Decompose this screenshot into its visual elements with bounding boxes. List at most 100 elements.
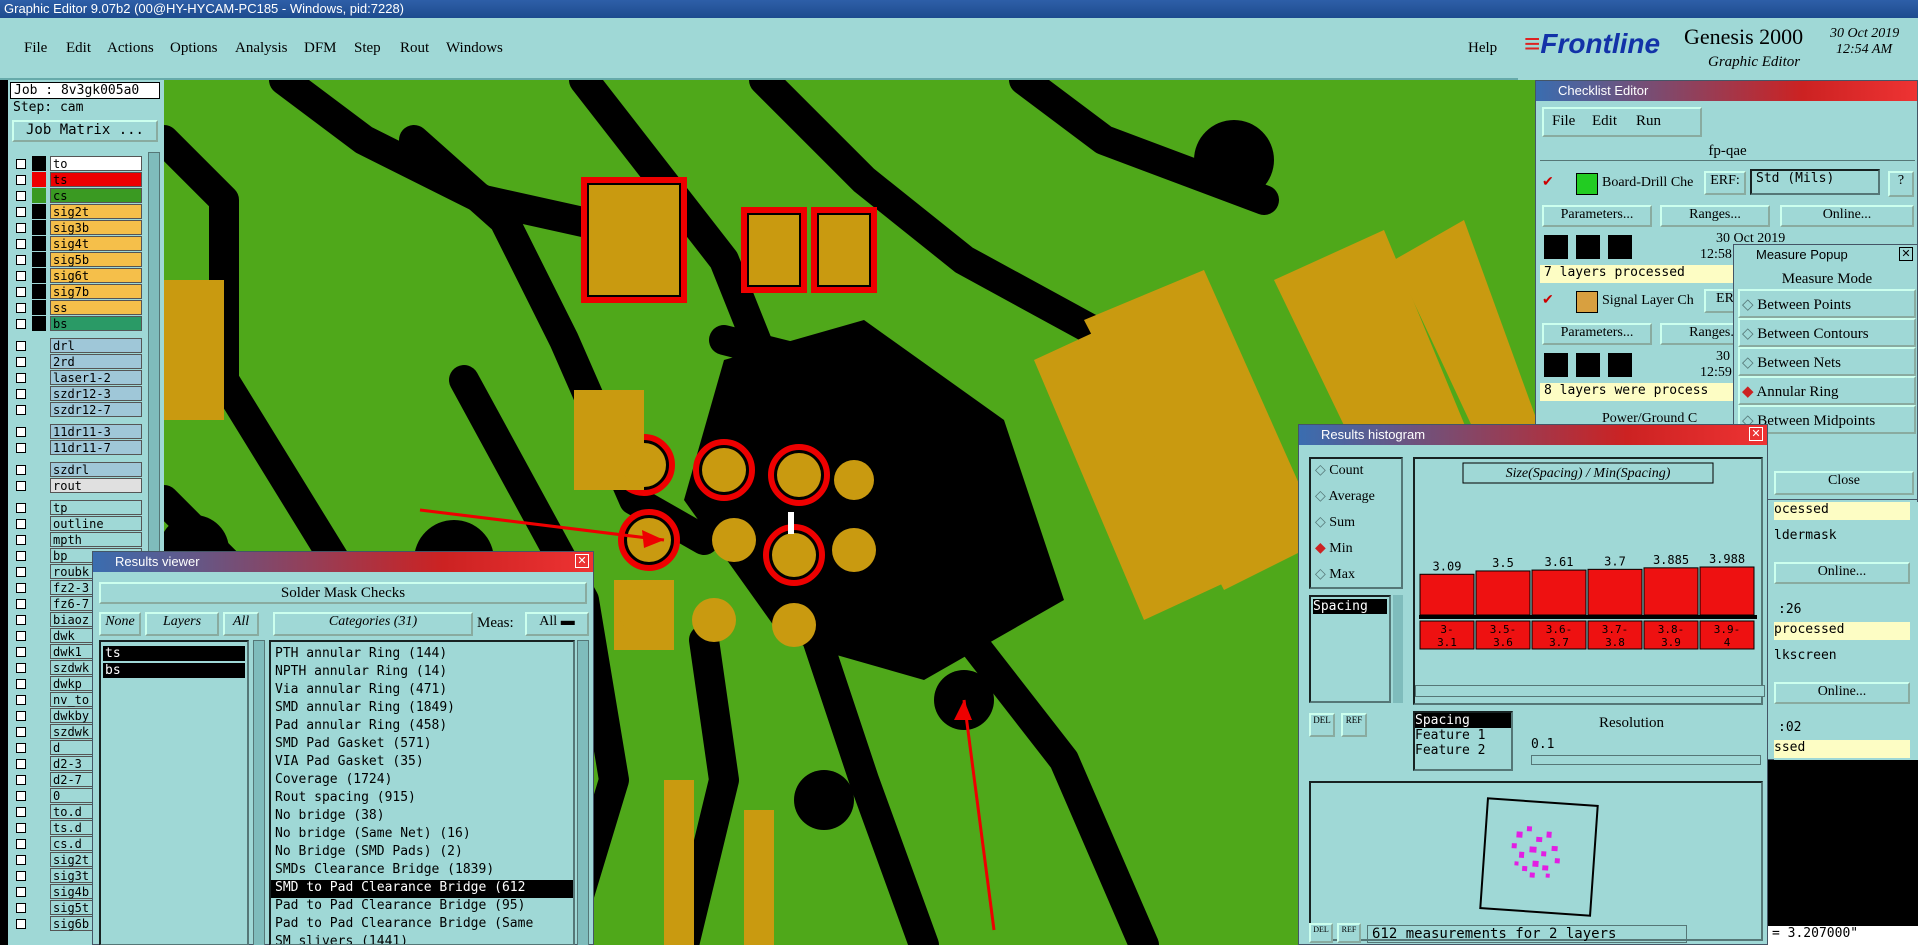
layer-checkbox[interactable]: [16, 599, 26, 609]
ref-button[interactable]: REF: [1337, 923, 1361, 943]
category-item[interactable]: SMD Pad Gasket (571): [271, 736, 573, 754]
layer-name[interactable]: tp: [50, 500, 142, 515]
layer-row[interactable]: sig6t: [12, 268, 142, 283]
layer-checkbox[interactable]: [16, 303, 26, 313]
layer-checkbox[interactable]: [16, 271, 26, 281]
run-icon[interactable]: [1608, 235, 1632, 259]
help-icon[interactable]: ?: [1888, 171, 1914, 197]
layer-checkbox[interactable]: [16, 239, 26, 249]
close-icon[interactable]: ✕: [1899, 247, 1913, 261]
layer-checkbox[interactable]: [16, 357, 26, 367]
category-item[interactable]: Via annular Ring (471): [271, 682, 573, 700]
layer-name[interactable]: laser1-2: [50, 370, 142, 385]
radio-icon[interactable]: ◇: [1315, 489, 1329, 504]
check-icon[interactable]: ✔: [1542, 291, 1554, 308]
menu-options[interactable]: Options: [170, 40, 218, 57]
layer-row[interactable]: szdr12-3: [12, 386, 142, 401]
radio-icon[interactable]: ◆: [1315, 541, 1329, 556]
layer-row[interactable]: 2rd: [12, 354, 142, 369]
layer-results-list[interactable]: ts bs: [99, 640, 249, 945]
layer-checkbox[interactable]: [16, 405, 26, 415]
category-item[interactable]: SM slivers (1441): [271, 934, 573, 944]
layer-checkbox[interactable]: [16, 583, 26, 593]
layer-name[interactable]: sig2t: [50, 204, 142, 219]
erf-value[interactable]: Std (Mils): [1750, 169, 1880, 195]
aggregate-option[interactable]: ◇ Max: [1311, 563, 1401, 589]
layer-checkbox[interactable]: [16, 615, 26, 625]
menu-windows[interactable]: Windows: [446, 40, 503, 57]
category-item[interactable]: NPTH annular Ring (14): [271, 664, 573, 682]
layer-checkbox[interactable]: [16, 695, 26, 705]
aggregate-option[interactable]: ◇ Average: [1311, 485, 1401, 511]
layer-checkbox[interactable]: [16, 759, 26, 769]
radio-icon[interactable]: ◇: [1742, 355, 1757, 371]
layer-name[interactable]: to: [50, 156, 142, 171]
category-list[interactable]: PTH annular Ring (144) NPTH annular Ring …: [269, 640, 575, 945]
menu-actions[interactable]: Actions: [107, 40, 154, 57]
layer-checkbox[interactable]: [16, 919, 26, 929]
resolution-slider[interactable]: [1531, 755, 1761, 765]
layer-row[interactable]: 11dr11-3: [12, 424, 142, 439]
ref-button[interactable]: REF: [1341, 713, 1367, 737]
layers-button[interactable]: Layers: [145, 612, 219, 636]
categories-button[interactable]: Categories (31): [273, 612, 473, 636]
category-item[interactable]: Coverage (1724): [271, 772, 573, 790]
category-scrollbar[interactable]: [577, 640, 589, 945]
layer-row[interactable]: sig2t: [12, 204, 142, 219]
category-item[interactable]: Rout spacing (915): [271, 790, 573, 808]
layer-checkbox[interactable]: [16, 663, 26, 673]
layer-name[interactable]: bs: [50, 316, 142, 331]
layer-name[interactable]: sig3b: [50, 220, 142, 235]
category-item[interactable]: PTH annular Ring (144): [271, 646, 573, 664]
menu-dfm[interactable]: DFM: [304, 40, 337, 57]
layer-row[interactable]: laser1-2: [12, 370, 142, 385]
layer-checkbox[interactable]: [16, 903, 26, 913]
layer-row[interactable]: cs: [12, 188, 142, 203]
layer-row[interactable]: sig7b: [12, 284, 142, 299]
run-icon[interactable]: [1576, 353, 1600, 377]
checklist-menu-file[interactable]: File: [1552, 113, 1575, 130]
layer-checkbox[interactable]: [16, 807, 26, 817]
layer-row[interactable]: 11dr11-7: [12, 440, 142, 455]
online-button[interactable]: Online...: [1780, 205, 1914, 227]
measure-option[interactable]: ◇ Between Contours: [1738, 318, 1916, 347]
run-icon[interactable]: [1576, 235, 1600, 259]
layer-checkbox[interactable]: [16, 175, 26, 185]
radio-icon[interactable]: ◇: [1315, 515, 1329, 530]
layer-name[interactable]: outline: [50, 516, 142, 531]
category-item[interactable]: No bridge (38): [271, 808, 573, 826]
list-item[interactable]: Feature 1: [1415, 728, 1511, 743]
results-viewer-titlebar[interactable]: Results viewer ✕: [93, 552, 593, 572]
none-button[interactable]: None: [99, 612, 141, 636]
layer-checkbox[interactable]: [16, 871, 26, 881]
category-item[interactable]: Pad to Pad Clearance Bridge (Same: [271, 916, 573, 934]
online-button[interactable]: Online...: [1774, 562, 1910, 584]
menu-rout[interactable]: Rout: [400, 40, 429, 57]
aggregate-option[interactable]: ◇ Sum: [1311, 511, 1401, 537]
layer-checkbox[interactable]: [16, 389, 26, 399]
layer-checkbox[interactable]: [16, 255, 26, 265]
measure-option[interactable]: ◇ Between Points: [1738, 289, 1916, 318]
layer-checkbox[interactable]: [16, 823, 26, 833]
aggregate-options[interactable]: ◇ Count ◇ Average ◇ Sum ◆ Min ◇ Max: [1309, 457, 1403, 589]
layer-checkbox[interactable]: [16, 443, 26, 453]
layer-name[interactable]: ts: [50, 172, 142, 187]
category-item[interactable]: No bridge (Same Net) (16): [271, 826, 573, 844]
close-icon[interactable]: ✕: [575, 554, 589, 568]
erf-button[interactable]: ERF:: [1704, 171, 1746, 195]
layer-checkbox[interactable]: [16, 427, 26, 437]
layer-name[interactable]: 2rd: [50, 354, 142, 369]
layer-name[interactable]: szdr12-3: [50, 386, 142, 401]
layer-checkbox[interactable]: [16, 207, 26, 217]
layer-name[interactable]: 11dr11-3: [50, 424, 142, 439]
layer-checkbox[interactable]: [16, 319, 26, 329]
layer-row[interactable]: ss: [12, 300, 142, 315]
layer-checkbox[interactable]: [16, 465, 26, 475]
layer-checkbox[interactable]: [16, 223, 26, 233]
category-item[interactable]: SMD to Pad Clearance Bridge (612: [271, 880, 573, 898]
layer-checkbox[interactable]: [16, 159, 26, 169]
parameters-button[interactable]: Parameters...: [1542, 205, 1652, 227]
histogram-bar[interactable]: [1475, 570, 1531, 616]
layer-row[interactable]: drl: [12, 338, 142, 353]
layer-row[interactable]: szdr12-7: [12, 402, 142, 417]
